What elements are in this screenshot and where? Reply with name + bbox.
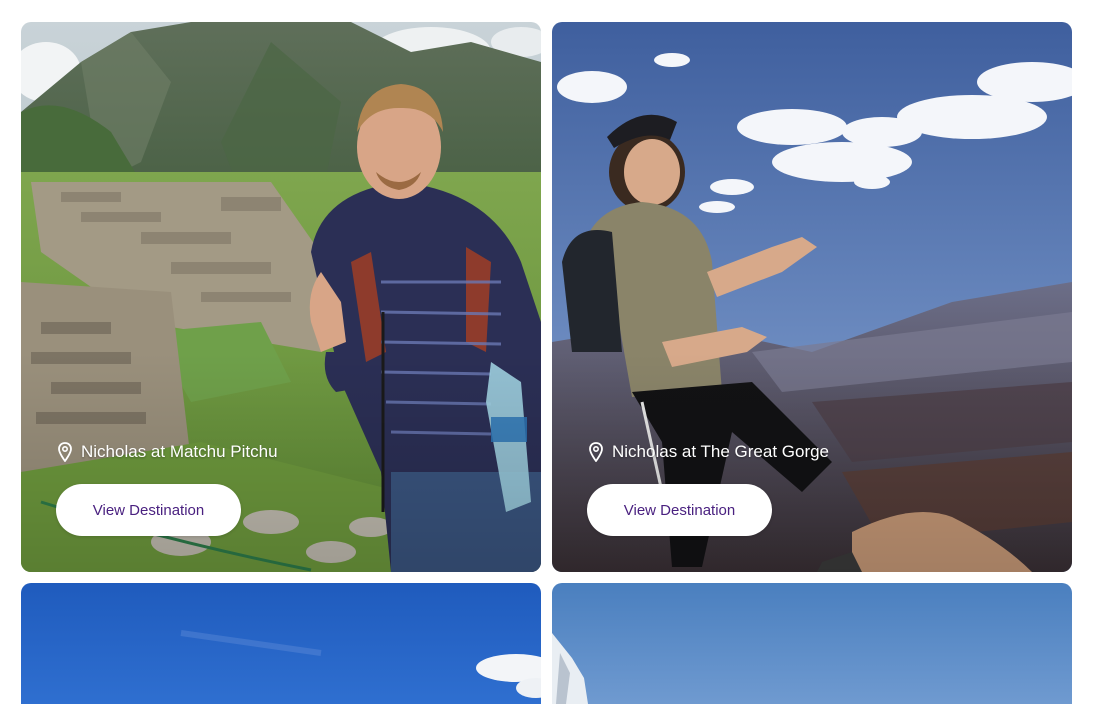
- destination-card-great-gorge: Nicholas at The Great Gorge View Destina…: [552, 22, 1072, 572]
- photo-shade: [552, 352, 1072, 572]
- destination-caption: Nicholas at The Great Gorge: [588, 442, 830, 463]
- destination-card-partial-left: [21, 583, 541, 704]
- view-destination-button[interactable]: View Destination: [587, 484, 772, 536]
- destination-card-machu-picchu: Nicholas at Matchu Pitchu View Destinati…: [21, 22, 541, 572]
- destination-card-partial-right: [552, 583, 1072, 704]
- destination-caption-text: Nicholas at The Great Gorge: [612, 442, 830, 461]
- destination-grid: Nicholas at Matchu Pitchu View Destinati…: [21, 22, 1072, 704]
- destination-photo: [552, 583, 1072, 704]
- destination-caption: Nicholas at Matchu Pitchu: [57, 442, 278, 463]
- destination-photo: [21, 583, 541, 704]
- photo-shade: [21, 352, 541, 572]
- map-pin-icon: [588, 442, 604, 463]
- destination-caption-text: Nicholas at Matchu Pitchu: [81, 442, 278, 461]
- view-destination-button[interactable]: View Destination: [56, 484, 241, 536]
- map-pin-icon: [57, 442, 73, 463]
